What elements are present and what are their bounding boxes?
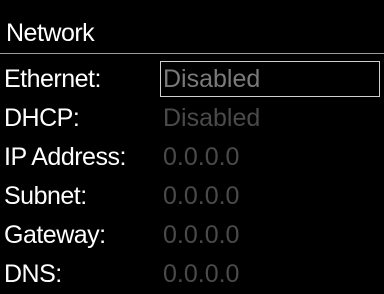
gateway-field[interactable]: 0.0.0.0 xyxy=(163,220,239,250)
dhcp-row[interactable]: DHCP: Disabled xyxy=(0,100,384,138)
ethernet-label: Ethernet: xyxy=(4,65,101,93)
ethernet-row[interactable]: Ethernet: Disabled xyxy=(0,61,384,99)
ip-address-label: IP Address: xyxy=(4,143,126,171)
dns-label: DNS: xyxy=(4,260,62,288)
ip-address-row[interactable]: IP Address: 0.0.0.0 xyxy=(0,139,384,177)
gateway-row[interactable]: Gateway: 0.0.0.0 xyxy=(0,217,384,255)
ethernet-value-selector[interactable]: Disabled xyxy=(163,64,260,94)
dhcp-value-selector[interactable]: Disabled xyxy=(163,103,260,133)
dns-row[interactable]: DNS: 0.0.0.0 xyxy=(0,256,384,294)
dns-field[interactable]: 0.0.0.0 xyxy=(163,259,239,289)
subnet-label: Subnet: xyxy=(4,182,87,210)
page-title: Network xyxy=(6,19,95,47)
title-bar: Network xyxy=(0,0,384,54)
subnet-field[interactable]: 0.0.0.0 xyxy=(163,181,239,211)
subnet-row[interactable]: Subnet: 0.0.0.0 xyxy=(0,178,384,216)
gateway-label: Gateway: xyxy=(4,221,106,249)
dhcp-label: DHCP: xyxy=(4,104,80,132)
ip-address-field[interactable]: 0.0.0.0 xyxy=(163,142,239,172)
